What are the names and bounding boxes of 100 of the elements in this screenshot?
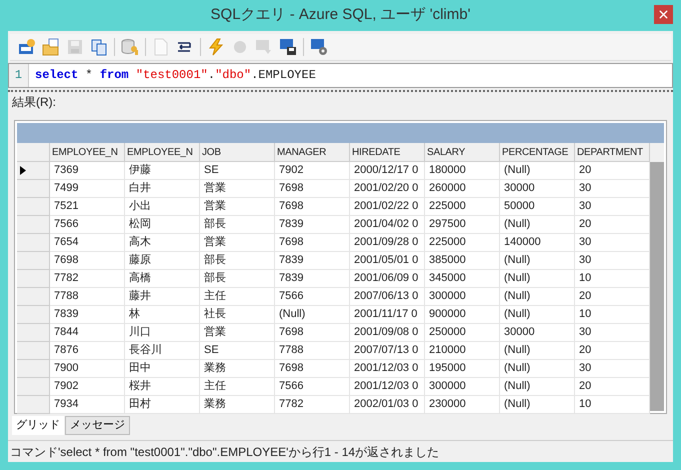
table-cell: 藤井 [125, 288, 200, 306]
table-cell: 7839 [275, 252, 350, 270]
table-cell: 345000 [425, 270, 500, 288]
table-cell: 20 [575, 288, 650, 306]
table-cell: (Null) [275, 306, 350, 324]
table-cell: 長谷川 [125, 342, 200, 360]
table-cell: 松岡 [125, 216, 200, 234]
table-cell: (Null) [500, 360, 575, 378]
tab[interactable]: グリッド [12, 416, 64, 435]
table-cell: 2001/02/22 0 [350, 198, 425, 216]
row-header[interactable] [17, 162, 50, 180]
table-cell: (Null) [500, 396, 575, 414]
table-cell: 7698 [50, 252, 125, 270]
table-cell: 10 [575, 306, 650, 324]
folder-icon[interactable] [42, 38, 60, 56]
table-cell: 7934 [50, 396, 125, 414]
table-cell: 2001/02/20 0 [350, 180, 425, 198]
table-cell: 30 [575, 324, 650, 342]
table-cell: 2000/12/17 0 [350, 162, 425, 180]
table-cell: 2001/05/01 0 [350, 252, 425, 270]
table-cell: 2001/09/08 0 [350, 324, 425, 342]
table-cell: 田中 [125, 360, 200, 378]
table-cell: 業務 [200, 360, 275, 378]
table-cell: 225000 [425, 198, 500, 216]
table-cell: 営業 [200, 234, 275, 252]
table-cell: 30 [575, 234, 650, 252]
table-cell: 10 [575, 396, 650, 414]
sql-save-icon[interactable] [279, 38, 297, 56]
table-cell: 2001/09/28 0 [350, 234, 425, 252]
table-cell: 社長 [200, 306, 275, 324]
table-cell: 部長 [200, 216, 275, 234]
table-cell: 営業 [200, 180, 275, 198]
database-key-icon[interactable] [121, 38, 139, 56]
status-text: コマンド'select * from "test0001"."dbo".EMPLOYEE'から行1 - 14が返されました [10, 444, 440, 460]
table-cell: 2001/12/03 0 [350, 378, 425, 396]
close-button[interactable] [654, 5, 673, 24]
copy-icon[interactable] [90, 38, 108, 56]
table-cell: SE [200, 342, 275, 360]
table-cell: 7698 [275, 198, 350, 216]
table-cell: 7566 [275, 378, 350, 396]
table-cell: 225000 [425, 234, 500, 252]
table-cell: 7499 [50, 180, 125, 198]
table-cell: 7788 [275, 342, 350, 360]
table-cell: 30 [575, 180, 650, 198]
table-cell: 140000 [500, 234, 575, 252]
table-cell: 田村 [125, 396, 200, 414]
table-cell: 部長 [200, 270, 275, 288]
table-cell: 7698 [275, 234, 350, 252]
table-cell: 7566 [50, 216, 125, 234]
result-label: 結果(R): [11, 94, 57, 111]
table-cell: 10 [575, 270, 650, 288]
table-cell: 300000 [425, 288, 500, 306]
window-title: SQLクエリ - Azure SQL, ユーザ 'climb' [210, 5, 470, 26]
table-cell: 部長 [200, 252, 275, 270]
table-cell: 小出 [125, 198, 200, 216]
table-cell: 900000 [425, 306, 500, 324]
table-cell: 180000 [425, 162, 500, 180]
table-cell: 297500 [425, 216, 500, 234]
table-cell: (Null) [500, 270, 575, 288]
table-cell: 2001/12/03 0 [350, 360, 425, 378]
table-cell: 高橋 [125, 270, 200, 288]
table-cell: 2001/06/09 0 [350, 270, 425, 288]
table-cell: 7788 [50, 288, 125, 306]
table-cell: (Null) [500, 252, 575, 270]
sql-gear-icon[interactable] [310, 38, 328, 56]
table-cell: 7369 [50, 162, 125, 180]
table-cell: 7566 [275, 288, 350, 306]
table-cell: 230000 [425, 396, 500, 414]
table-cell: 30 [575, 360, 650, 378]
table-cell: 営業 [200, 324, 275, 342]
table-cell: 20 [575, 216, 650, 234]
new-query-icon[interactable] [18, 38, 36, 56]
table-cell: 7902 [50, 378, 125, 396]
current-row-icon [20, 166, 26, 175]
table-cell: (Null) [500, 288, 575, 306]
sql-editor[interactable]: select * from "test0001"."dbo".EMPLOYEE [29, 64, 672, 87]
table-cell: 7698 [275, 324, 350, 342]
table-cell: 主任 [200, 288, 275, 306]
table-cell: (Null) [500, 216, 575, 234]
table-cell: 30000 [500, 180, 575, 198]
table-cell: 260000 [425, 180, 500, 198]
table-cell: 385000 [425, 252, 500, 270]
table-cell: (Null) [500, 378, 575, 396]
table-cell: 2007/06/13 0 [350, 288, 425, 306]
table-cell: 30000 [500, 324, 575, 342]
table-cell: 7902 [275, 162, 350, 180]
table-cell: SE [200, 162, 275, 180]
table-cell: 7698 [275, 360, 350, 378]
table-cell: 7654 [50, 234, 125, 252]
table-cell: 7782 [50, 270, 125, 288]
table-cell: 7839 [275, 216, 350, 234]
table-cell: 2007/07/13 0 [350, 342, 425, 360]
table-cell: 桜井 [125, 378, 200, 396]
close-icon [657, 8, 670, 21]
table-cell: 伊藤 [125, 162, 200, 180]
table-cell: 20 [575, 342, 650, 360]
tab[interactable]: メッセージ [65, 416, 130, 435]
table-cell: 藤原 [125, 252, 200, 270]
table-cell: 7900 [50, 360, 125, 378]
lightning-icon[interactable] [207, 38, 225, 56]
